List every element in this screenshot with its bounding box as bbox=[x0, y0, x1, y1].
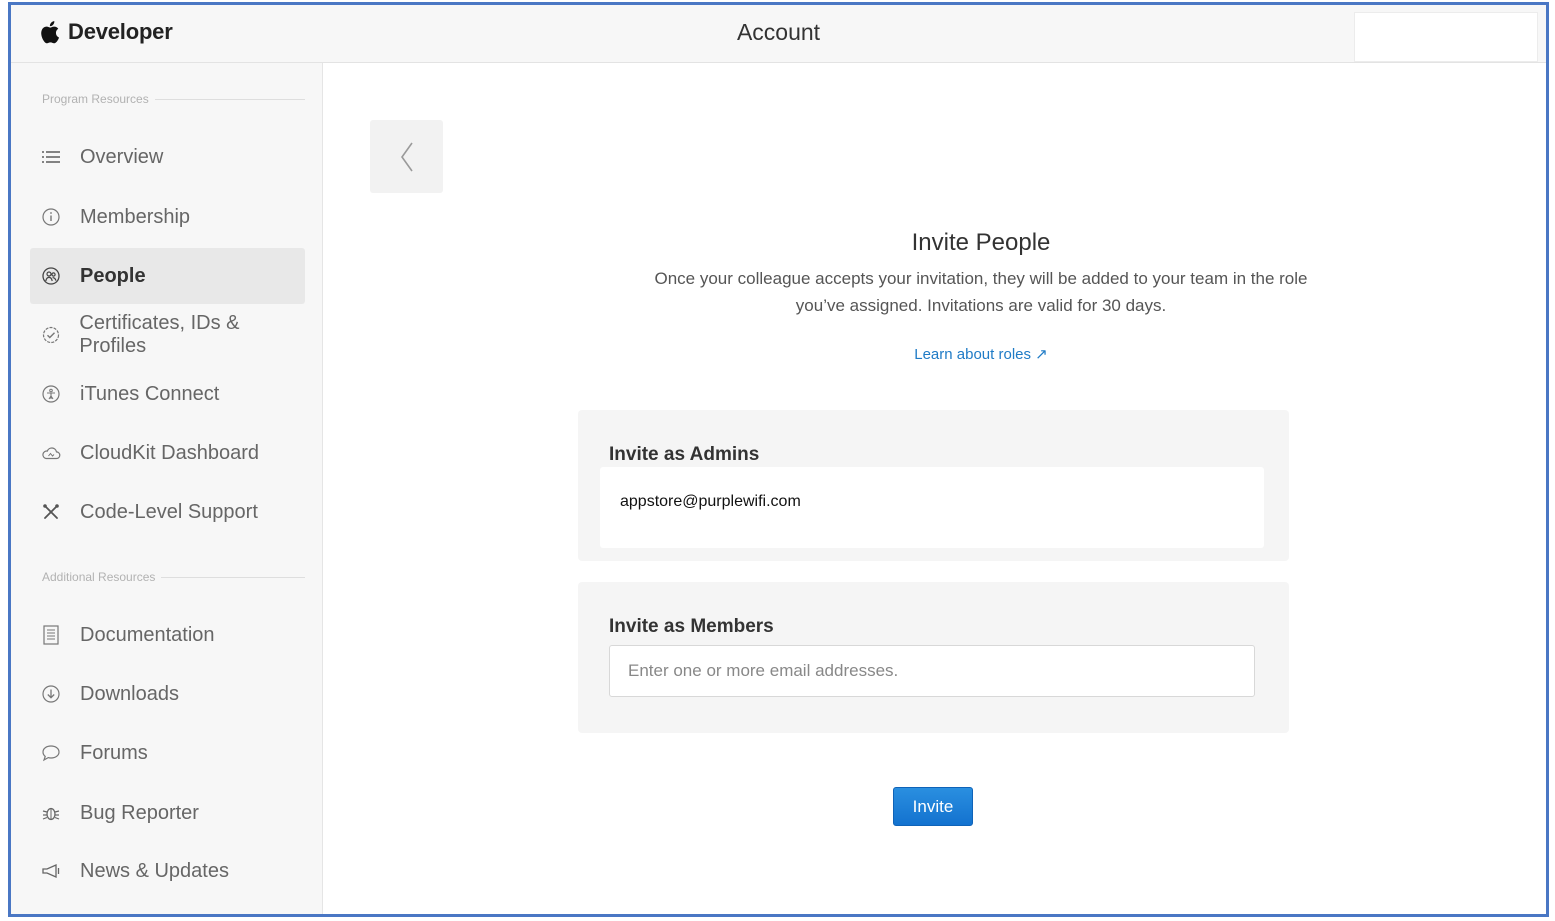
chat-bubble-icon bbox=[41, 743, 61, 763]
page-title: Account bbox=[11, 19, 1546, 46]
learn-about-roles-link[interactable]: Learn about roles ↗ bbox=[914, 346, 1047, 363]
sidebar: Program Resources Overview Membership Pe… bbox=[11, 63, 323, 914]
sidebar-item-news-updates[interactable]: News & Updates bbox=[30, 843, 305, 899]
sidebar-item-label: Downloads bbox=[80, 683, 179, 706]
document-icon bbox=[41, 625, 61, 645]
app-frame: Developer Account Program Resources Over… bbox=[8, 2, 1549, 917]
divider bbox=[161, 577, 305, 578]
sidebar-item-label: News & Updates bbox=[80, 860, 229, 883]
badge-check-icon bbox=[41, 325, 60, 345]
sidebar-item-documentation[interactable]: Documentation bbox=[30, 607, 305, 663]
invite-description: Once your colleague accepts your invitat… bbox=[651, 265, 1311, 319]
sidebar-item-certificates[interactable]: Certificates, IDs & Profiles bbox=[30, 307, 305, 363]
invite-heading: Invite People bbox=[571, 229, 1391, 257]
cloud-icon bbox=[41, 443, 61, 463]
learn-roles-container: Learn about roles ↗ bbox=[571, 345, 1391, 363]
sidebar-item-downloads[interactable]: Downloads bbox=[30, 666, 305, 722]
program-resources-heading: Program Resources bbox=[42, 92, 305, 106]
chevron-left-icon bbox=[399, 141, 415, 173]
additional-resources-heading: Additional Resources bbox=[42, 570, 305, 584]
invite-admins-card: Invite as Admins appstore@purplewifi.com bbox=[578, 410, 1289, 561]
sidebar-item-overview[interactable]: Overview bbox=[30, 129, 305, 185]
sidebar-item-label: Code-Level Support bbox=[80, 501, 258, 524]
section-heading-label: Program Resources bbox=[42, 92, 149, 106]
invite-intro: Invite People Once your colleague accept… bbox=[571, 229, 1391, 319]
sidebar-item-label: Bug Reporter bbox=[80, 802, 199, 825]
sidebar-item-code-level-support[interactable]: Code-Level Support bbox=[30, 484, 305, 540]
download-circle-icon bbox=[41, 684, 61, 704]
sidebar-item-label: People bbox=[80, 265, 146, 288]
top-bar: Developer Account bbox=[11, 5, 1546, 63]
sidebar-item-label: Overview bbox=[80, 146, 163, 169]
sidebar-item-people[interactable]: People bbox=[30, 248, 305, 304]
sidebar-item-label: CloudKit Dashboard bbox=[80, 442, 259, 465]
admins-email-value: appstore@purplewifi.com bbox=[620, 493, 801, 511]
invite-members-card: Invite as Members bbox=[578, 582, 1289, 733]
section-heading-label: Additional Resources bbox=[42, 570, 155, 584]
sidebar-item-label: Certificates, IDs & Profiles bbox=[79, 312, 305, 358]
sidebar-item-membership[interactable]: Membership bbox=[30, 189, 305, 245]
list-icon bbox=[41, 147, 61, 167]
sidebar-item-cloudkit-dashboard[interactable]: CloudKit Dashboard bbox=[30, 425, 305, 481]
itunes-connect-icon bbox=[41, 384, 61, 404]
megaphone-icon bbox=[41, 861, 61, 881]
sidebar-item-itunes-connect[interactable]: iTunes Connect bbox=[30, 366, 305, 422]
header-right-panel bbox=[1354, 12, 1538, 62]
admins-email-field[interactable]: appstore@purplewifi.com bbox=[600, 467, 1264, 548]
sidebar-item-forums[interactable]: Forums bbox=[30, 725, 305, 781]
invite-button[interactable]: Invite bbox=[893, 787, 973, 826]
divider bbox=[155, 99, 305, 100]
sidebar-item-label: Forums bbox=[80, 742, 148, 765]
sidebar-item-label: Documentation bbox=[80, 624, 215, 647]
people-circle-icon bbox=[41, 266, 61, 286]
tools-icon bbox=[41, 502, 61, 522]
bug-icon bbox=[41, 803, 61, 823]
sidebar-item-bug-reporter[interactable]: Bug Reporter bbox=[30, 785, 305, 841]
sidebar-item-label: Membership bbox=[80, 206, 190, 229]
back-button[interactable] bbox=[370, 120, 443, 193]
invite-members-label: Invite as Members bbox=[609, 616, 774, 638]
members-email-input[interactable] bbox=[609, 645, 1255, 697]
sidebar-item-label: iTunes Connect bbox=[80, 383, 219, 406]
invite-admins-label: Invite as Admins bbox=[609, 444, 759, 466]
info-circle-icon bbox=[41, 207, 61, 227]
